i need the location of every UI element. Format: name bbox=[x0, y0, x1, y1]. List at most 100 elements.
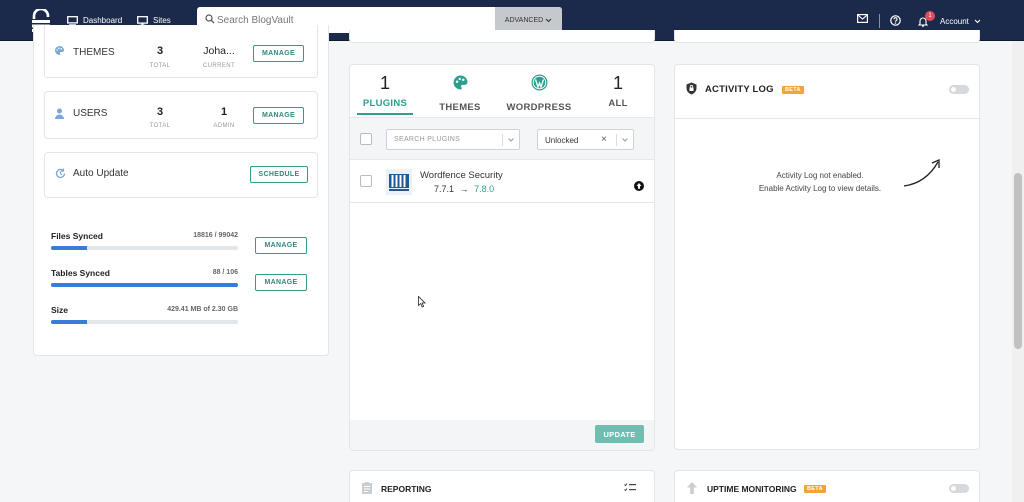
shield-lock-icon bbox=[686, 82, 697, 95]
arrow-right-icon: → bbox=[459, 184, 469, 194]
plugin-current-version: 7.7.1 bbox=[434, 184, 455, 194]
tab-themes-label: THEMES bbox=[439, 102, 481, 113]
mail-icon[interactable] bbox=[857, 14, 868, 23]
themes-manage-button[interactable]: MANAGE bbox=[253, 45, 304, 62]
chevron-down-icon bbox=[545, 18, 552, 22]
tables-synced-label: Tables Synced bbox=[51, 268, 110, 278]
scrollbar-thumb[interactable] bbox=[1014, 173, 1022, 349]
plugin-name: Wordfence Security bbox=[420, 170, 503, 181]
chevron-down-icon bbox=[622, 138, 628, 142]
activity-message-line-1: Activity Log not enabled. bbox=[776, 171, 864, 180]
header-divider bbox=[879, 14, 880, 28]
help-icon[interactable] bbox=[890, 15, 901, 26]
plugin-search-placeholder: SEARCH PLUGINS bbox=[394, 136, 461, 143]
users-total-label: TOTAL bbox=[149, 123, 171, 129]
account-menu[interactable]: Account bbox=[940, 17, 981, 26]
curved-arrow-icon bbox=[903, 159, 940, 187]
files-synced-value: 18816 / 99042 bbox=[193, 232, 238, 239]
plugin-version: 7.7.1 → 7.8.0 bbox=[434, 184, 494, 194]
users-total: 3 bbox=[156, 106, 164, 118]
site-overview-panel: THEMES 3 TOTAL Joha... CURRENT MANAGE US… bbox=[33, 25, 329, 356]
select-all-checkbox[interactable] bbox=[360, 133, 372, 145]
activity-log-toggle[interactable] bbox=[949, 85, 969, 94]
account-label: Account bbox=[940, 17, 969, 26]
files-manage-button[interactable]: MANAGE bbox=[255, 237, 307, 254]
themes-total-label: TOTAL bbox=[149, 63, 171, 69]
notification-badge: 1 bbox=[925, 11, 935, 21]
plugin-search-input[interactable]: SEARCH PLUGINS bbox=[386, 129, 520, 150]
clear-icon[interactable]: × bbox=[601, 134, 607, 145]
lock-filter-value: Unlocked bbox=[545, 136, 579, 145]
files-synced-progress bbox=[51, 246, 238, 250]
checklist-icon[interactable] bbox=[624, 483, 636, 493]
tables-synced-value: 88 / 106 bbox=[212, 269, 238, 276]
users-manage-button[interactable]: MANAGE bbox=[253, 107, 304, 124]
size-value: 429.41 MB of 2.30 GB bbox=[167, 306, 238, 313]
files-synced-progress-fill bbox=[51, 246, 87, 250]
tables-manage-button[interactable]: MANAGE bbox=[255, 274, 307, 291]
themes-current: Joha... bbox=[203, 45, 235, 57]
input-divider bbox=[502, 134, 503, 146]
tab-themes[interactable]: THEMES bbox=[432, 73, 488, 113]
clock-refresh-icon bbox=[55, 168, 66, 179]
chevron-down-icon bbox=[508, 138, 514, 142]
themes-label: THEMES bbox=[73, 47, 115, 58]
palette-icon bbox=[453, 75, 467, 90]
top-card-stub bbox=[349, 30, 655, 43]
report-icon bbox=[362, 482, 372, 494]
divider bbox=[675, 118, 981, 119]
uptime-toggle[interactable] bbox=[949, 484, 969, 493]
nav-sites-label: Sites bbox=[153, 16, 171, 25]
lock-filter-select[interactable]: Unlocked × bbox=[537, 129, 634, 150]
palette-icon bbox=[55, 45, 65, 55]
page-scrollbar[interactable] bbox=[1012, 41, 1024, 502]
uptime-title: UPTIME MONITORING bbox=[707, 484, 797, 494]
monitor-icon bbox=[67, 15, 78, 26]
wordfence-logo-icon bbox=[386, 169, 412, 195]
chevron-down-icon bbox=[974, 19, 981, 24]
update-button[interactable]: UPDATE bbox=[595, 425, 644, 443]
size-progress-fill bbox=[51, 320, 87, 324]
schedule-button[interactable]: SCHEDULE bbox=[250, 166, 308, 183]
auto-update-card: Auto Update SCHEDULE bbox=[44, 152, 318, 198]
tab-plugins[interactable]: 1 PLUGINS bbox=[357, 73, 413, 109]
updates-footer: UPDATE bbox=[350, 420, 654, 450]
plugin-row-checkbox[interactable] bbox=[360, 175, 372, 187]
themes-card: THEMES 3 TOTAL Joha... CURRENT MANAGE bbox=[44, 25, 318, 78]
select-divider bbox=[616, 134, 617, 146]
advanced-label: ADVANCED bbox=[504, 16, 544, 24]
user-icon bbox=[55, 108, 64, 119]
desktop-icon bbox=[137, 15, 148, 26]
plugin-new-version: 7.8.0 bbox=[474, 184, 495, 194]
all-count: 1 bbox=[612, 73, 623, 93]
users-admin-label: ADMIN bbox=[213, 123, 235, 129]
nav-dashboard-label: Dashboard bbox=[83, 16, 123, 25]
files-synced-label: Files Synced bbox=[51, 231, 103, 241]
tables-synced-progress bbox=[51, 283, 238, 287]
activity-log-panel: ACTIVITY LOG BETA Activity Log not enabl… bbox=[674, 64, 981, 450]
tab-wordpress[interactable]: WORDPRESS bbox=[502, 73, 576, 113]
filter-bar: SEARCH PLUGINS Unlocked × bbox=[350, 117, 654, 160]
reporting-title: REPORTING bbox=[381, 484, 432, 494]
update-available-icon[interactable] bbox=[634, 181, 644, 191]
users-admin: 1 bbox=[220, 106, 228, 118]
themes-current-label: CURRENT bbox=[202, 63, 236, 69]
auto-update-label: Auto Update bbox=[73, 168, 129, 179]
arrow-up-icon bbox=[687, 482, 697, 494]
tab-all[interactable]: 1 ALL bbox=[590, 73, 646, 109]
search-icon bbox=[205, 14, 215, 24]
tab-plugins-label: PLUGINS bbox=[362, 98, 408, 109]
uptime-monitoring-panel: UPTIME MONITORING BETA bbox=[674, 470, 980, 502]
mouse-cursor-icon bbox=[418, 296, 426, 308]
users-label: USERS bbox=[73, 108, 108, 119]
tab-all-label: ALL bbox=[608, 98, 628, 109]
activity-beta-badge: BETA bbox=[782, 86, 804, 94]
activity-log-message: Activity Log not enabled. Enable Activit… bbox=[735, 169, 905, 195]
plugin-row: Wordfence Security 7.7.1 → 7.8.0 bbox=[350, 161, 654, 203]
reporting-panel: REPORTING bbox=[349, 470, 655, 502]
updates-panel: 1 PLUGINS THEMES WORDPRESS 1 ALL SEARCH … bbox=[349, 64, 655, 451]
active-tab-indicator bbox=[357, 113, 413, 115]
top-card-stub bbox=[674, 30, 980, 43]
tab-wordpress-label: WORDPRESS bbox=[506, 102, 572, 113]
size-progress bbox=[51, 320, 238, 324]
